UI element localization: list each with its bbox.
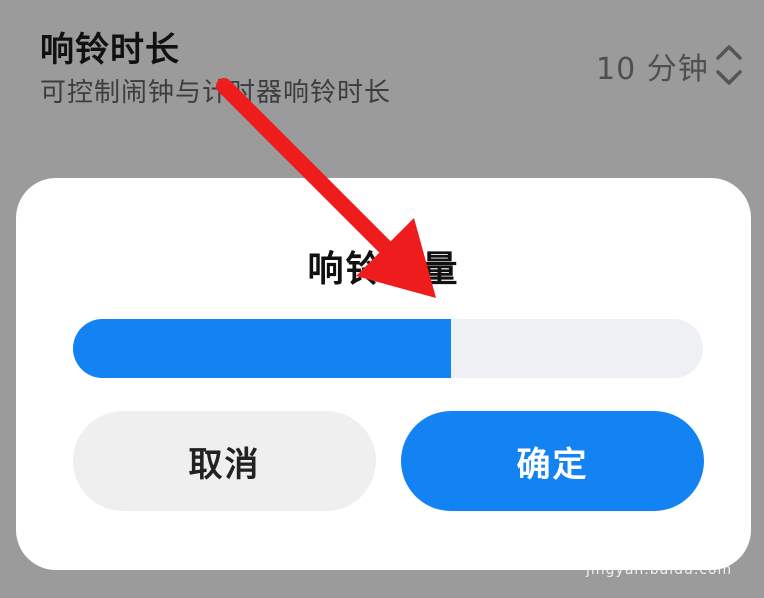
alarm-volume-dialog: 响铃音量 取消 确定: [16, 178, 751, 570]
up-down-chevron-icon[interactable]: [712, 40, 746, 90]
volume-slider[interactable]: [73, 319, 703, 378]
setting-title: 响铃时长: [40, 30, 180, 70]
watermark-logo: Baidu经验: [586, 521, 732, 554]
setting-subtitle: 可控制闹钟与计时器响铃时长: [40, 78, 392, 108]
watermark-url: jingyan.baidu.com: [586, 562, 733, 578]
volume-slider-fill[interactable]: [73, 319, 451, 378]
cancel-button[interactable]: 取消: [73, 411, 376, 511]
dialog-title: 响铃音量: [307, 249, 460, 290]
watermark: Baidu经验 jingyan.baidu.com: [586, 516, 746, 586]
confirm-button[interactable]: 确定: [401, 411, 704, 511]
setting-value[interactable]: 10 分钟: [596, 44, 709, 88]
